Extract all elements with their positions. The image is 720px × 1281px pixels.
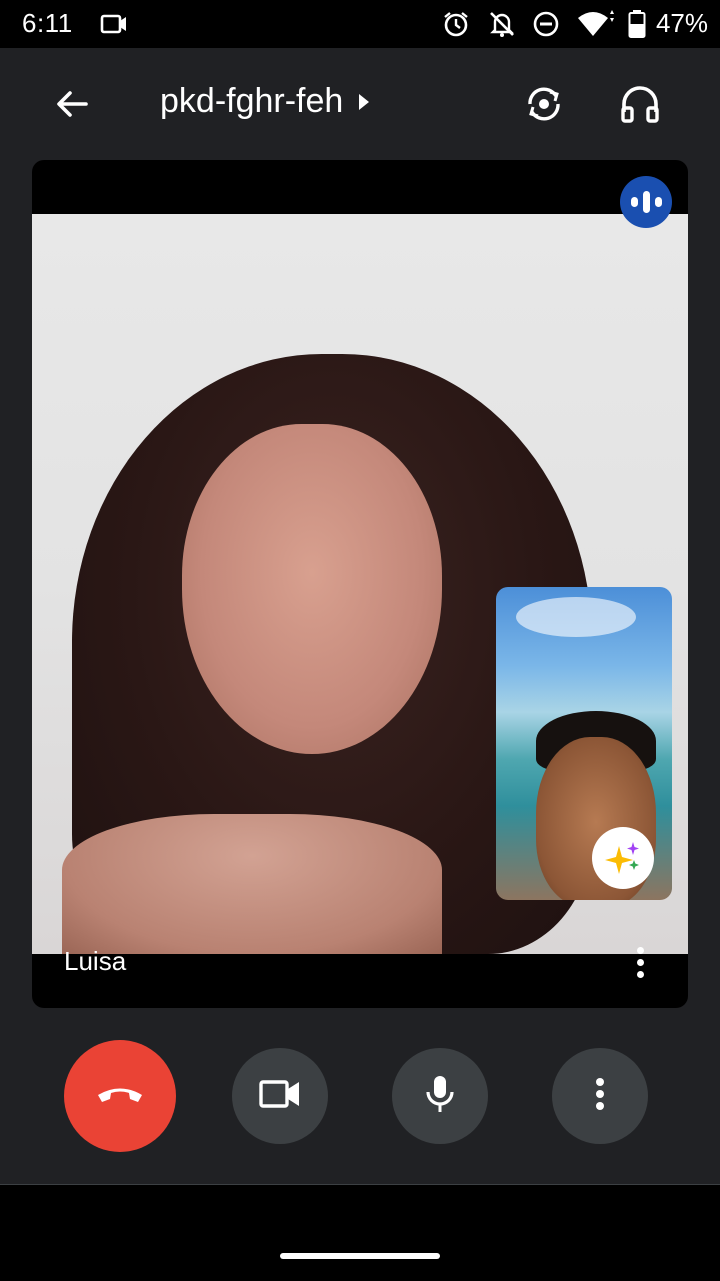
notifications-off-icon [488,10,516,38]
participant-video-hands [62,814,442,954]
end-call-button[interactable] [64,1040,176,1152]
self-view-tile[interactable] [496,587,672,900]
battery-icon [628,10,646,38]
chevron-right-icon [357,82,371,121]
headphones-icon[interactable] [608,72,672,136]
meeting-code: pkd-fghr-feh [160,82,344,120]
self-view-background [516,597,636,637]
battery-percent: 47% [655,8,708,38]
switch-camera-icon[interactable] [512,72,576,136]
call-end-icon [95,1082,145,1111]
do-not-disturb-icon [532,10,560,38]
status-time: 6:11 [22,8,73,38]
meeting-title[interactable]: pkd-fghr-feh [160,82,371,121]
participant-name: Luisa [64,946,127,976]
more-vert-icon [595,1077,605,1116]
more-vert-icon[interactable] [622,940,658,984]
app-bar: pkd-fghr-feh [0,48,720,160]
camera-toggle-button[interactable] [232,1048,328,1144]
more-options-button[interactable] [552,1048,648,1144]
mic-toggle-button[interactable] [392,1048,488,1144]
status-bar: 6:11 47% [0,0,720,48]
arrow-back-icon[interactable] [40,72,104,136]
audio-wave-icon [620,176,672,228]
home-gesture-handle[interactable] [280,1253,440,1259]
participant-video-face [182,424,442,754]
system-navigation [0,1184,720,1281]
wifi-icon [576,10,616,38]
mic-icon [424,1074,456,1119]
call-controls [0,1008,720,1184]
alarm-icon [442,10,470,38]
videocam-icon [259,1079,301,1114]
screen-record-icon [100,10,128,38]
sparkle-effects-icon[interactable] [592,827,654,889]
